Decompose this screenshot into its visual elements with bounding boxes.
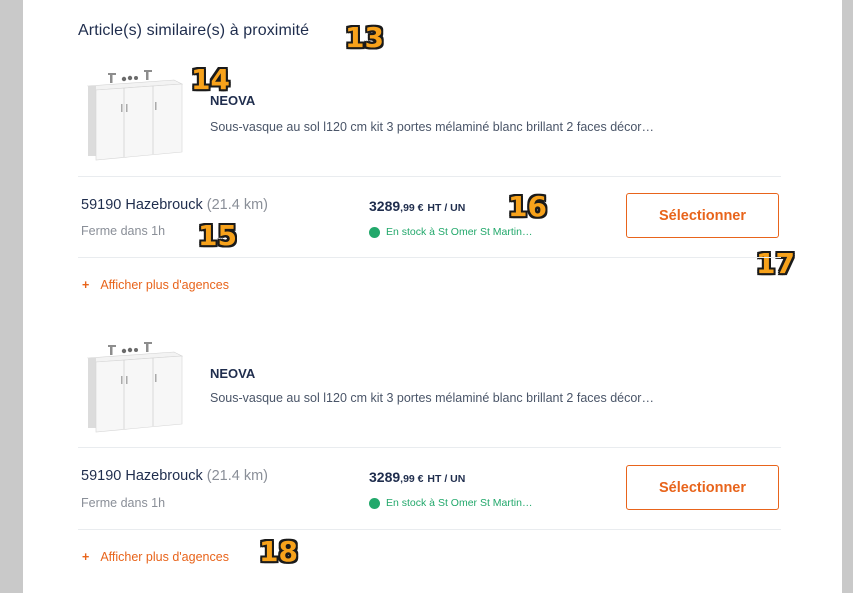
in-stock-dot-icon: [369, 497, 380, 509]
section-title: Article(s) similaire(s) à proximité: [78, 22, 310, 39]
price-cents: ,99 €: [400, 473, 424, 485]
price-unit: HT / UN: [427, 473, 466, 485]
product-description[interactable]: Sous-vasque au sol l120 cm kit 3 portes …: [210, 391, 654, 405]
price-cents: ,99 €: [400, 202, 424, 214]
agency-city: 59190 Hazebrouck (21.4 km): [81, 468, 268, 484]
annotation-badge-15: 15: [198, 219, 237, 252]
price: 3289,99 € HT / UN: [369, 469, 465, 485]
price-integer: 3289: [369, 469, 401, 485]
annotation-badge-14: 14: [191, 63, 230, 96]
agency-city: 59190 Hazebrouck (21.4 km): [81, 197, 268, 213]
stock-label: En stock à St Omer St Martin…: [386, 497, 533, 509]
plus-icon: +: [82, 550, 90, 564]
show-more-agencies-link[interactable]: + Afficher plus d'agences: [82, 550, 229, 564]
agency-distance: (21.4 km): [206, 468, 269, 484]
in-stock-dot-icon: [369, 226, 380, 238]
select-button[interactable]: Sélectionner: [626, 465, 779, 510]
select-button[interactable]: Sélectionner: [626, 193, 779, 238]
show-more-agencies-link[interactable]: + Afficher plus d'agences: [82, 278, 229, 292]
stock-status: En stock à St Omer St Martin…: [369, 226, 532, 238]
divider: [78, 529, 781, 530]
annotation-badge-17: 17: [756, 247, 795, 280]
price-unit: HT / UN: [427, 202, 466, 214]
annotation-badge-13: 13: [345, 21, 384, 54]
annotation-badge-16: 16: [508, 190, 547, 223]
plus-icon: +: [82, 278, 90, 292]
show-more-agencies-label: Afficher plus d'agences: [100, 278, 229, 292]
divider: [78, 257, 781, 258]
stock-status: En stock à St Omer St Martin…: [369, 497, 532, 509]
product-image[interactable]: [78, 64, 188, 164]
results-panel: Article(s) similaire(s) à proximité 13 1…: [23, 0, 842, 593]
stock-label: En stock à St Omer St Martin…: [386, 226, 533, 238]
show-more-agencies-label: Afficher plus d'agences: [100, 550, 229, 564]
product-image[interactable]: [78, 336, 188, 436]
product-brand[interactable]: NEOVA: [210, 93, 255, 108]
agency-distance: (21.4 km): [206, 197, 269, 213]
agency-city-name: 59190 Hazebrouck: [81, 468, 203, 484]
agency-hours: Ferme dans 1h: [81, 496, 166, 510]
product-brand[interactable]: NEOVA: [210, 366, 255, 381]
price: 3289,99 € HT / UN: [369, 198, 465, 214]
price-integer: 3289: [369, 198, 401, 214]
agency-hours: Ferme dans 1h: [81, 224, 166, 238]
divider: [78, 176, 781, 177]
product-description[interactable]: Sous-vasque au sol l120 cm kit 3 portes …: [210, 120, 654, 134]
divider: [78, 447, 781, 448]
agency-city-name: 59190 Hazebrouck: [81, 197, 203, 213]
annotation-badge-18: 18: [259, 535, 298, 568]
